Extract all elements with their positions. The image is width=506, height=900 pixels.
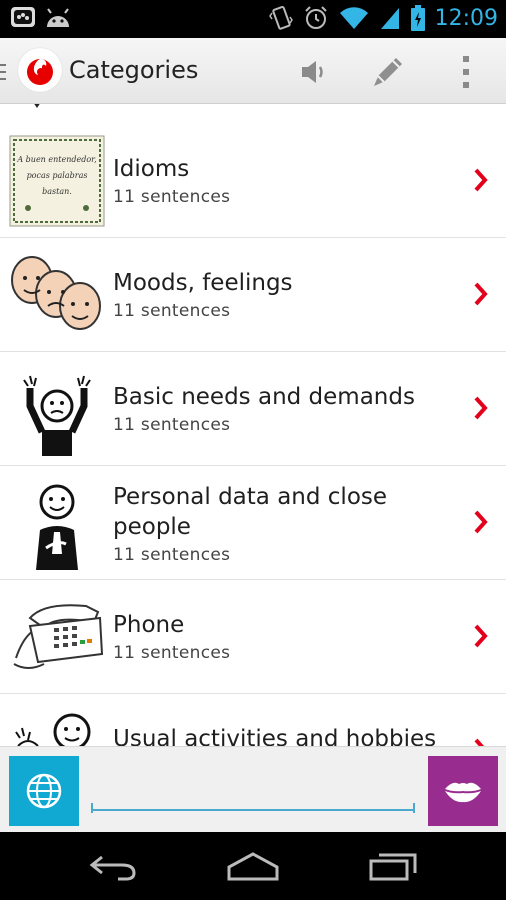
chevron-right-icon [474,738,485,746]
item-title: Phone [113,612,185,638]
signal-icon [380,8,399,29]
status-bar: 12:09 [0,0,506,38]
item-subtitle: 11 sentences [113,187,231,207]
item-title: Usual activities and hobbies [113,726,437,746]
svg-text:bastan.: bastan. [42,187,72,196]
globe-icon [26,773,62,809]
speak-button[interactable] [428,756,498,826]
action-bar: Categories [0,38,506,104]
vibrate-icon [268,5,293,30]
overflow-menu-button[interactable] [444,50,488,94]
chevron-right-icon [474,624,488,648]
category-list[interactable]: A buen entendedor, pocas palabras bastan… [0,104,506,746]
item-subtitle: 11 sentences [113,643,231,663]
idioms-card-icon: A buen entendedor, pocas palabras bastan… [8,132,106,230]
faces-icon [8,246,106,344]
wifi-icon [339,7,368,30]
home-icon [227,852,279,881]
edit-button[interactable] [366,50,410,94]
android-icon [47,8,69,27]
language-button[interactable] [9,756,79,826]
speaker-icon [302,61,323,83]
clock-time: 12:09 [434,5,498,31]
item-subtitle: 11 sentences [113,415,231,435]
vodafone-logo-icon[interactable] [18,48,62,92]
input-underline-right [413,803,415,813]
home-button[interactable] [218,846,288,886]
back-button[interactable] [78,846,148,886]
svg-text:A buen entendedor,: A buen entendedor, [16,155,96,164]
lips-icon [445,782,481,803]
list-item-basic-needs[interactable]: Basic needs and demands 11 sentences [0,352,506,466]
input-bar [0,746,506,832]
list-item-moods-feelings[interactable]: Moods, feelings 11 sentences [0,238,506,352]
list-item-idioms[interactable]: A buen entendedor, pocas palabras bastan… [0,124,506,238]
needs-person-icon [8,360,106,458]
svg-text:pocas palabras: pocas palabras [27,171,88,180]
recent-apps-icon [369,853,417,881]
navigation-bar [0,832,506,900]
battery-icon [410,5,425,31]
item-title: Moods, feelings [113,270,293,296]
page-title: Categories [69,56,199,84]
item-title: Basic needs and demands [113,384,415,410]
chevron-right-icon [474,282,488,306]
item-title: Idioms [113,156,190,182]
alarm-icon [304,6,327,29]
bbm-icon [11,7,35,27]
activities-icon [8,702,106,746]
list-item-usual-activities[interactable]: Usual activities and hobbies [0,694,506,746]
up-caret-icon[interactable] [0,60,8,84]
input-underline-left [91,803,93,813]
person-icon [8,474,106,572]
speaker-button[interactable] [292,50,336,94]
pencil-icon [374,58,402,86]
chevron-right-icon [474,396,488,420]
list-item-phone[interactable]: Phone 11 sentences [0,580,506,694]
telephone-icon [8,588,106,686]
recent-apps-button[interactable] [358,846,428,886]
chevron-right-icon [474,510,488,534]
back-icon [89,855,136,881]
item-subtitle: 11 sentences [113,545,231,565]
overflow-menu-icon [463,56,469,88]
chevron-right-icon [474,168,488,192]
scroll-indicator-icon [34,104,40,108]
list-item-personal-data[interactable]: Personal data and close people 11 senten… [0,466,506,580]
item-title: Personal data and close people [113,484,388,540]
item-subtitle: 11 sentences [113,301,231,321]
sentence-input[interactable] [91,763,415,811]
